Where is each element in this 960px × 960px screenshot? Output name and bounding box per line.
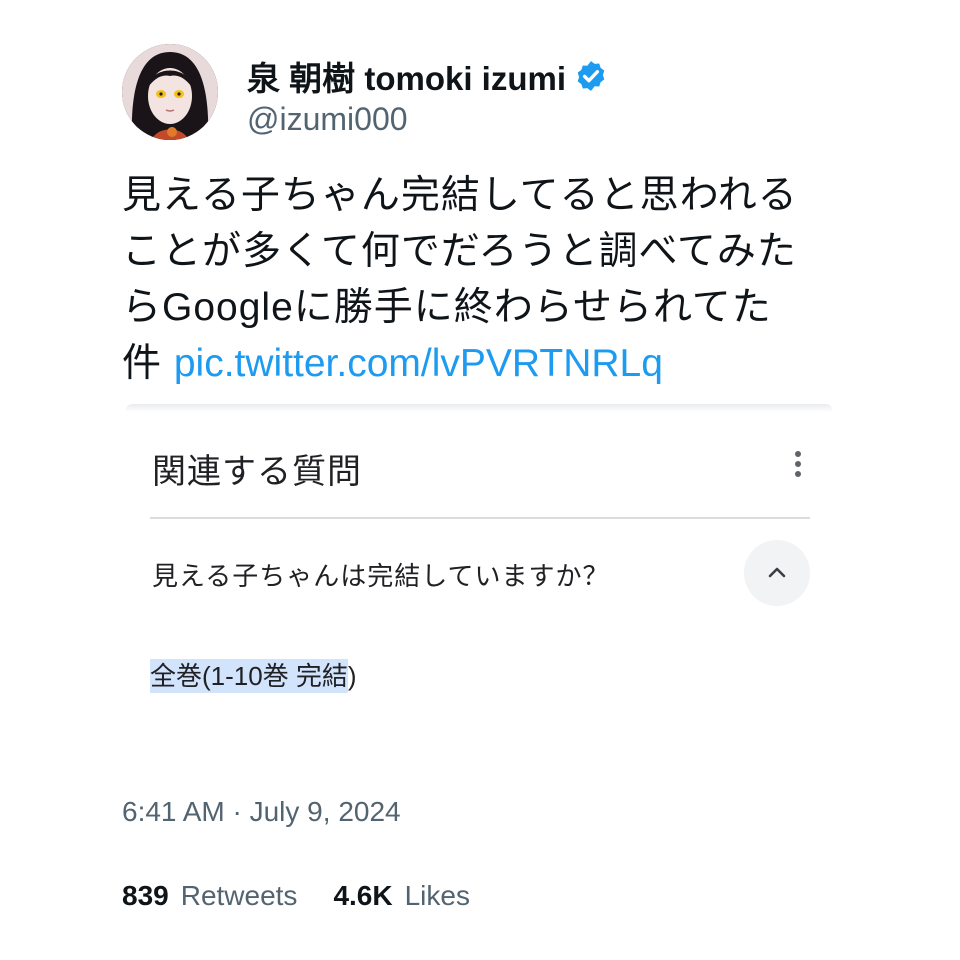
avatar-image [122,44,218,140]
pic-link[interactable]: pic.twitter.com/lvPVRTNRLq [174,342,663,385]
tweet-line-last: 件 pic.twitter.com/lvPVRTNRLq [122,336,842,392]
answer-text: 全巻(1-10巻 完結) [150,656,357,693]
answer-rest: ) [347,661,357,691]
question-text[interactable]: 見える子ちゃんは完結していますか？ [152,556,609,593]
tweet-line: 見える子ちゃん完結してると思われる [122,174,798,217]
retweets-label[interactable]: Retweets [181,880,298,912]
more-vertical-icon[interactable] [788,448,808,482]
likes-count[interactable]: 4.6K [333,880,392,912]
avatar[interactable] [122,44,218,140]
cutoff-text-fragment [150,740,510,750]
embed-top-edge [126,404,832,412]
engagement-stats: 839 Retweets 4.6K Likes [122,880,470,912]
tweet-timestamp[interactable]: 6:41 AM · July 9, 2024 [122,796,401,828]
embedded-screenshot[interactable]: 関連する質問 見える子ちゃんは完結していますか？ 全巻(1-10巻 完結) [126,404,832,750]
collapse-button[interactable] [744,540,810,606]
divider [150,517,810,519]
tweet-text: 見える子ちゃん完結してると思われる ことが多くて何でだろうと調べてみた らGoo… [122,168,842,392]
retweets-count[interactable]: 839 [122,880,169,912]
tweet-line-prefix: 件 [122,342,174,385]
user-handle[interactable]: @izumi000 [247,101,408,138]
display-name-text: 泉 朝樹 tomoki izumi [247,60,567,97]
tweet-line: ことが多くて何でだろうと調べてみた [122,230,797,273]
answer-highlight: 全巻(1-10巻 完結 [150,659,348,693]
related-questions-title: 関連する質問 [152,453,362,491]
verified-badge-icon [574,59,608,93]
chevron-up-icon [768,567,786,578]
display-name[interactable]: 泉 朝樹 tomoki izumi [247,52,608,100]
likes-label[interactable]: Likes [405,880,470,912]
tweet-line: らGoogleに勝手に終わらせられてた [122,286,772,329]
